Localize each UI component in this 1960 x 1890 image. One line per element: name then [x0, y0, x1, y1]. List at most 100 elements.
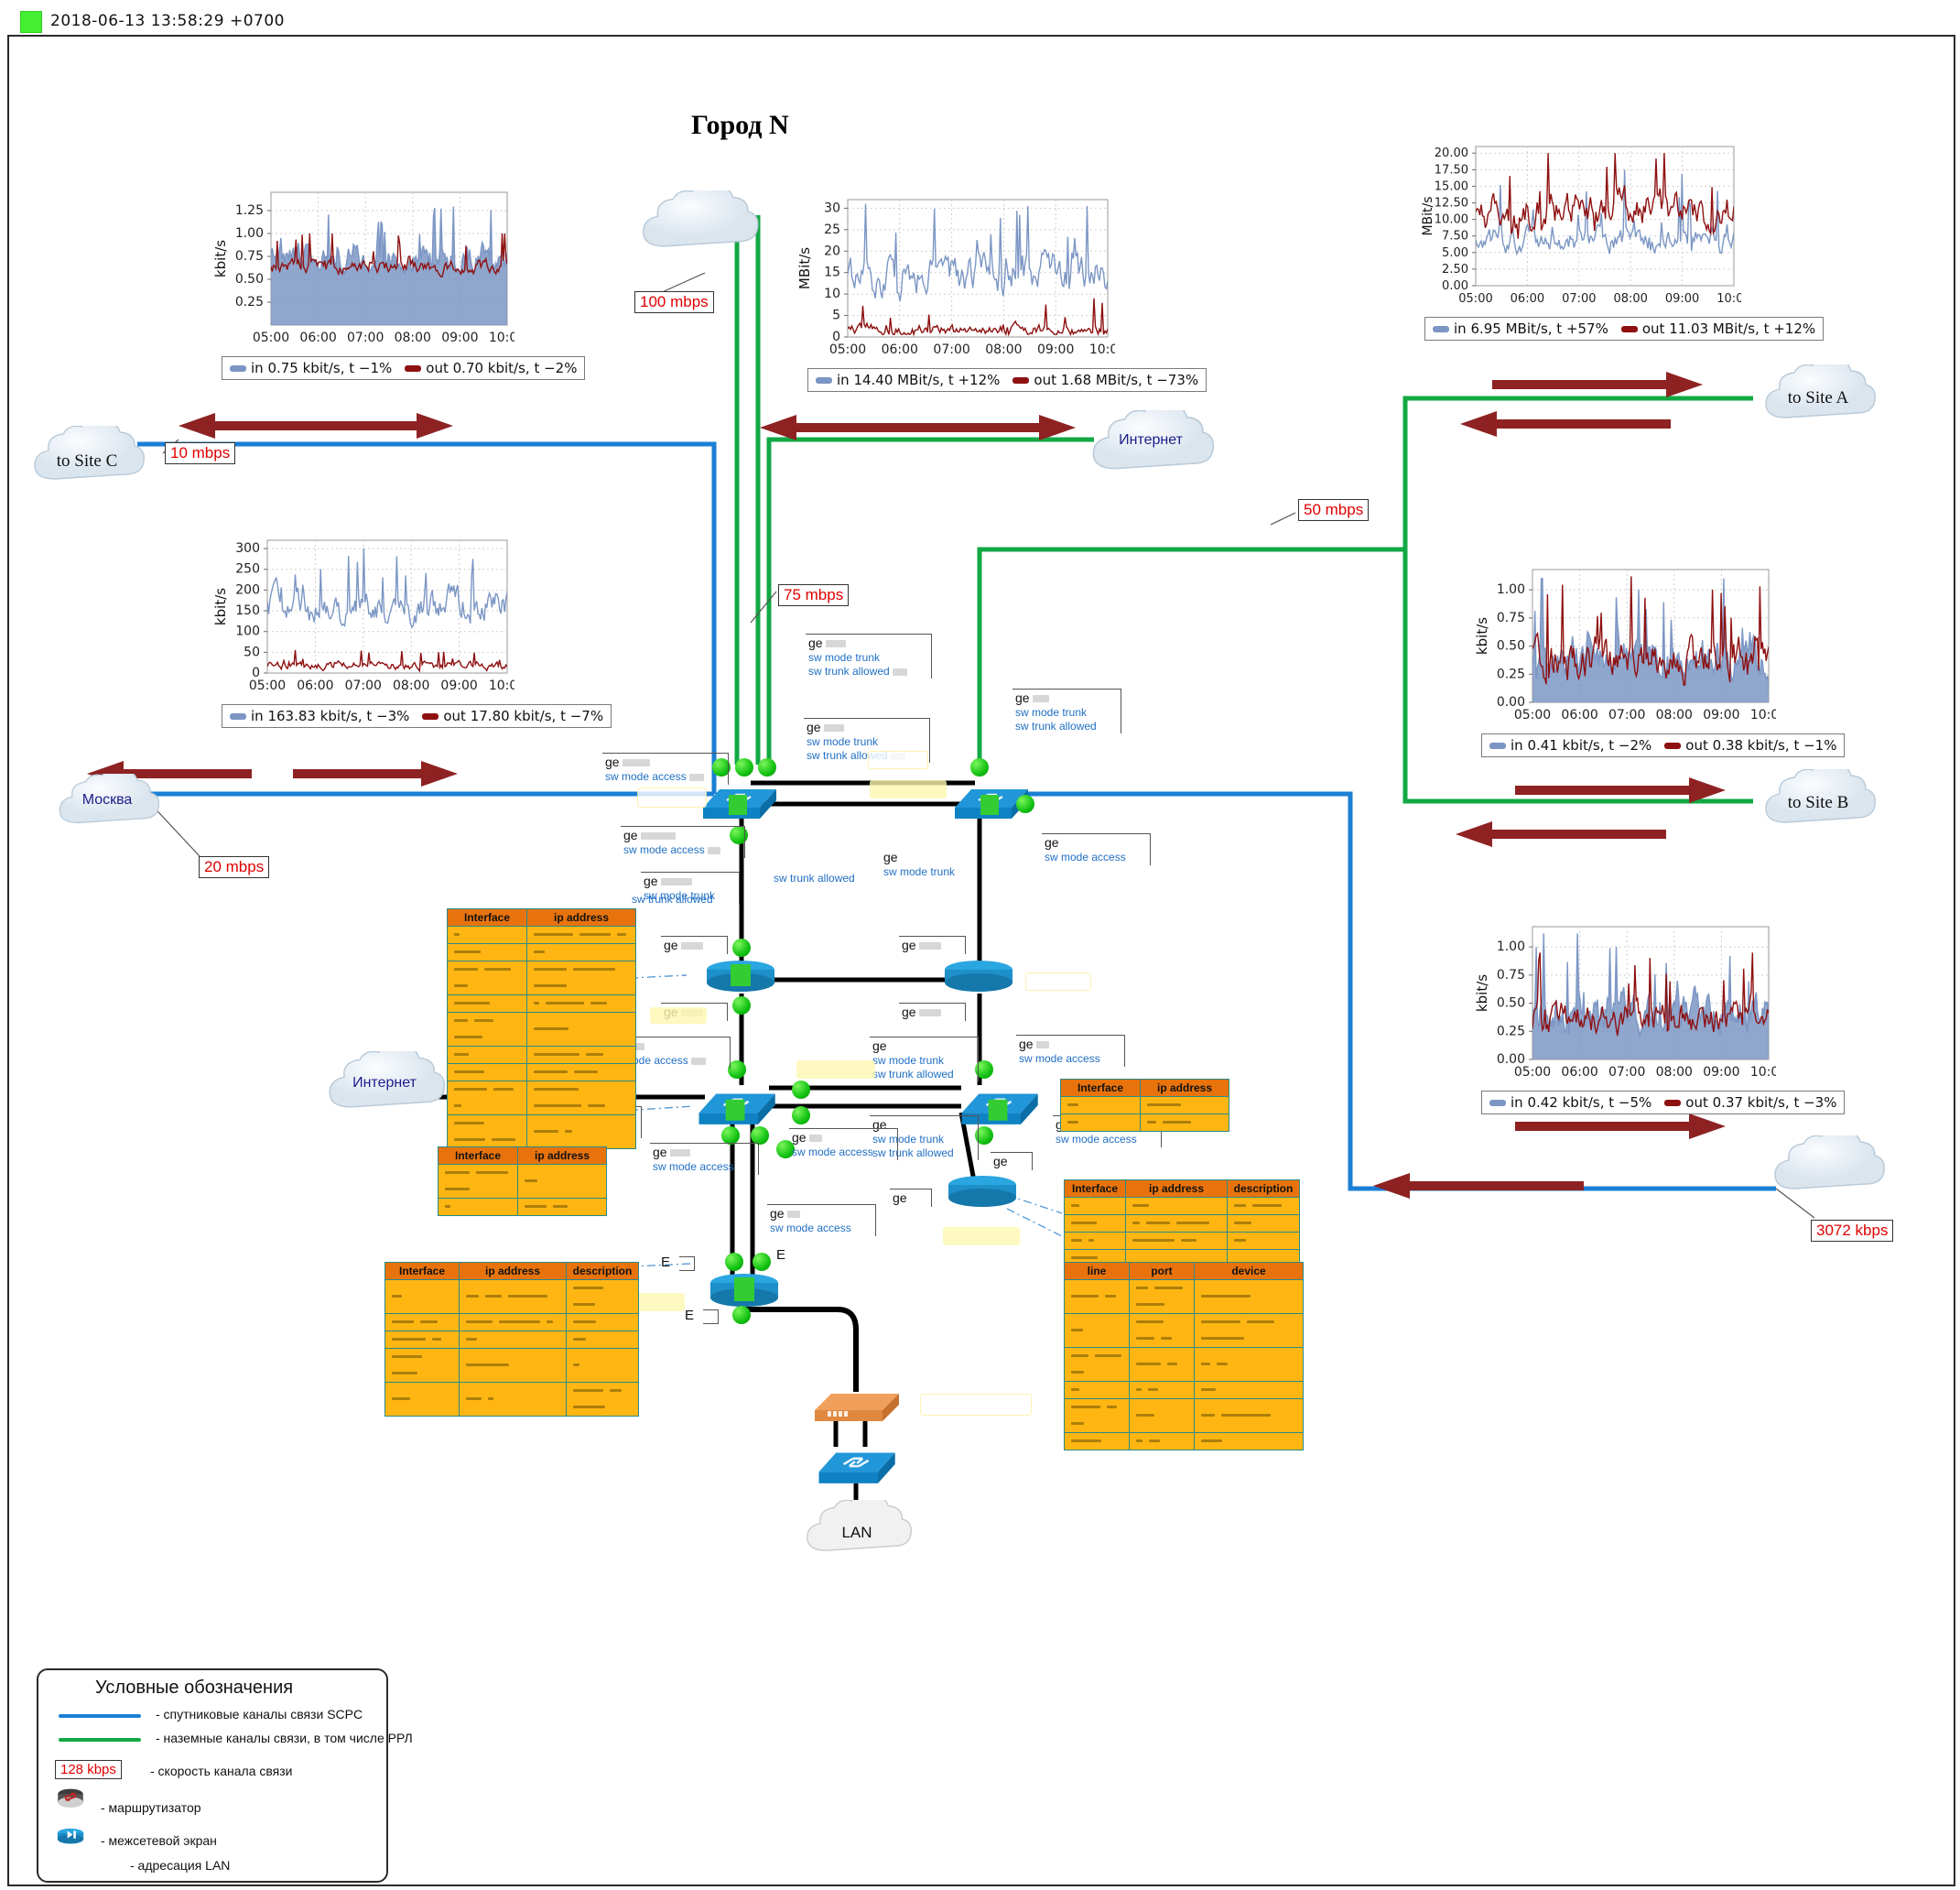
callout-f2: sw trunk allowed [632, 893, 713, 906]
legend-item-out: out 11.03 MBit/s, t +12% [1620, 320, 1815, 337]
table-row [447, 1081, 636, 1115]
table-row [447, 943, 636, 961]
port-node[interactable] [732, 996, 751, 1015]
note-highlight [650, 1007, 707, 1024]
table-cell [526, 926, 636, 944]
port-node[interactable] [728, 1060, 746, 1079]
svg-text:kbit/s: kbit/s [212, 240, 229, 277]
port-node[interactable] [751, 1126, 769, 1145]
legend-swatch-out-icon [1620, 325, 1638, 332]
cloud-site-a[interactable]: to Site A [1758, 359, 1879, 444]
cloud-internet-top[interactable]: Интернет [1082, 404, 1219, 497]
network-diagram-page: 2018-06-13 13:58:29 +0700 Город N 0.25 0… [0, 0, 1960, 1890]
device-router-3[interactable] [945, 1172, 1020, 1215]
svg-text:05:00: 05:00 [1514, 708, 1551, 722]
port-node[interactable] [725, 1253, 743, 1271]
svg-text:06:00: 06:00 [1511, 292, 1544, 306]
port-node[interactable] [792, 1081, 810, 1099]
callout-port: ge [993, 1154, 1008, 1168]
firewall-icon [57, 1828, 84, 1844]
chart-plot: 0.25 0.50 0.75 1.00 1.25 05:00 06:00 07:00 08:00… [212, 183, 585, 353]
cloud-moscow[interactable]: Москва [53, 769, 161, 848]
legend-item-out: out 0.37 kbit/s, t −3% [1664, 1094, 1836, 1111]
callout-port: ge [770, 1206, 851, 1222]
port-node[interactable] [732, 1306, 751, 1324]
chart-plot: 0 50 100 150 200 250 300 05:00 06:00 07:00 08:00 09… [212, 531, 612, 701]
callout-port: ge [808, 635, 907, 651]
table-cell [1194, 1432, 1304, 1450]
cloud-top-uplink[interactable] [632, 184, 764, 274]
table-cell [1064, 1381, 1130, 1399]
table-cell [1064, 1214, 1126, 1233]
note-highlight [637, 788, 707, 808]
cloud-site-c[interactable]: to Site C [27, 420, 146, 505]
callout-port: ge [792, 1130, 873, 1146]
chart-plot: 0.00 2.50 5.00 7.50 10.00 12.50 15.00 17.50 20.0… [1419, 137, 1824, 313]
table-cell [1064, 1347, 1130, 1382]
callout-c11: ge [899, 936, 966, 955]
port-node[interactable] [721, 1126, 740, 1145]
table-row [1064, 1232, 1300, 1250]
table-cell [1060, 1096, 1141, 1114]
table-cell [1129, 1313, 1195, 1348]
port-node[interactable] [792, 1106, 810, 1124]
port-node[interactable] [1016, 795, 1034, 813]
table-line-port-device: line port device [1064, 1262, 1304, 1450]
callout-c1: ge sw mode trunk sw trunk allowed [806, 634, 932, 679]
svg-text:09:00: 09:00 [1703, 1065, 1739, 1080]
legend-item-in: in 163.83 kbit/s, t −3% [230, 708, 409, 724]
callout-c5: ge sw mode access [621, 826, 745, 858]
port-node[interactable] [758, 758, 776, 777]
table-cell [566, 1348, 639, 1383]
legend-item-out: out 0.70 kbit/s, t −2% [405, 360, 577, 376]
eport-bracket [679, 1256, 695, 1271]
speed-tag-uplink-75: 75 mbps [778, 584, 850, 606]
port-node[interactable] [735, 758, 753, 777]
svg-text:5.00: 5.00 [1442, 246, 1468, 260]
device-access-switch[interactable] [808, 1439, 900, 1492]
svg-text:09:00: 09:00 [1037, 342, 1074, 357]
table-row [1064, 1313, 1304, 1348]
device-appliance[interactable] [807, 1383, 904, 1431]
table-cell [384, 1382, 460, 1417]
port-node[interactable] [732, 939, 751, 957]
cloud-internet-left[interactable]: Интернет [320, 1045, 449, 1135]
device-router-1[interactable] [703, 957, 778, 1000]
svg-text:08:00: 08:00 [1656, 708, 1693, 722]
svg-text:0.75: 0.75 [1497, 611, 1525, 625]
callout-c22: ge [890, 1189, 932, 1208]
table-col-ip: ip address [526, 908, 636, 927]
chart-svg: 0.00 2.50 5.00 7.50 10.00 12.50 15.00 17.50 20.0… [1421, 146, 1741, 306]
legend-item-in: in 0.41 kbit/s, t −2% [1489, 737, 1651, 754]
table-row [384, 1348, 639, 1383]
table-row [447, 1046, 636, 1064]
table-cell [526, 943, 636, 961]
table-cell [1125, 1232, 1228, 1250]
legend-swatch-out-icon [405, 364, 422, 372]
cloud-site-d[interactable] [1767, 1130, 1888, 1215]
device-dist-switch-1[interactable] [691, 1081, 777, 1133]
table-cell [1129, 1381, 1195, 1399]
port-node[interactable] [970, 758, 989, 777]
table-row [447, 1114, 636, 1149]
callout-c20: ge sw mode access [789, 1128, 898, 1160]
table-col-interface: Interface [384, 1262, 460, 1280]
svg-text:10:00: 10:00 [1716, 292, 1741, 306]
table-cell [1194, 1279, 1304, 1314]
svg-text:200: 200 [235, 582, 260, 597]
table-col-interface: Interface [1064, 1179, 1126, 1198]
table-cell [1227, 1197, 1300, 1215]
table-col-description: description [1227, 1179, 1300, 1198]
callout-port: ge [1015, 690, 1097, 706]
chart-legend: in 6.95 MBit/s, t +57% out 11.03 MBit/s,… [1424, 317, 1825, 341]
device-router-2[interactable] [941, 957, 1016, 1000]
svg-text:09:00: 09:00 [1703, 708, 1739, 722]
legend-item-in: in 0.75 kbit/s, t −1% [230, 360, 392, 376]
cloud-site-b[interactable]: to Site B [1758, 764, 1879, 849]
status-timestamp: 2018-06-13 13:58:29 +0700 [50, 12, 285, 30]
table-cell [1129, 1347, 1195, 1382]
cloud-lan[interactable]: LAN [798, 1494, 915, 1576]
port-node[interactable] [753, 1253, 771, 1271]
legend-speed-text: - скорость канала связи [150, 1764, 293, 1778]
cloud-label: Интернет [1119, 432, 1183, 448]
